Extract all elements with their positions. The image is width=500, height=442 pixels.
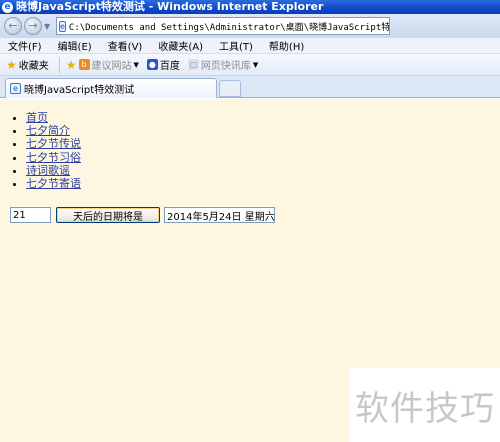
nav-link-messages[interactable]: 七夕节寄语 [26, 177, 81, 190]
address-input[interactable]: e C:\Documents and Settings\Administrato… [56, 17, 390, 35]
list-item: 首页 [26, 111, 81, 124]
nav-link-intro[interactable]: 七夕简介 [26, 124, 70, 137]
suggested-sites-icon: b [78, 59, 90, 70]
forward-icon[interactable]: → [24, 17, 42, 35]
menu-edit[interactable]: 编辑(E) [58, 38, 92, 53]
divider [58, 56, 60, 73]
calculate-date-button[interactable]: 天后的日期将是 [56, 207, 160, 223]
page-icon: e [10, 83, 21, 94]
baidu-label: 百度 [159, 61, 180, 72]
add-favorite-icon[interactable]: ★ [66, 58, 77, 72]
page-icon: e [59, 20, 66, 32]
tab-label: 晓博JavaScript特效测试 [24, 85, 135, 96]
address-row: ← → ▼ e C:\Documents and Settings\Admini… [0, 14, 500, 38]
internet-explorer-icon: e [2, 1, 13, 13]
list-item: 七夕简介 [26, 124, 81, 137]
list-item: 七夕节寄语 [26, 177, 81, 190]
history-dropdown-icon[interactable]: ▼ [44, 22, 52, 31]
list-item: 诗词歌谣 [26, 164, 81, 177]
favorites-button[interactable]: ★ 收藏夹 [6, 57, 49, 73]
result-field[interactable] [164, 207, 275, 223]
days-input[interactable] [10, 207, 51, 223]
list-item: 七夕节传说 [26, 137, 81, 150]
address-url: C:\Documents and Settings\Administrator\… [68, 22, 390, 33]
web-slice-icon: ▢ [187, 59, 199, 70]
menu-tools[interactable]: 工具(T) [219, 38, 253, 53]
menu-favorites[interactable]: 收藏夹(A) [158, 38, 203, 53]
baidu-link[interactable]: ● 百度 [146, 57, 180, 72]
window-title-bar: e 晓博JavaScript特效测试 - Windows Internet Ex… [0, 0, 500, 14]
nav-link-poems[interactable]: 诗词歌谣 [26, 164, 70, 177]
nav-link-home[interactable]: 首页 [26, 111, 48, 124]
window-title: 晓博JavaScript特效测试 - Windows Internet Expl… [16, 0, 324, 13]
chevron-down-icon: ▼ [252, 60, 259, 69]
new-tab-button[interactable] [219, 80, 241, 97]
chevron-down-icon: ▼ [133, 60, 139, 69]
tab-bar: e 晓博JavaScript特效测试 [0, 76, 500, 98]
menu-help[interactable]: 帮助(H) [269, 38, 304, 53]
star-icon: ★ [6, 57, 17, 72]
tab-current[interactable]: e 晓博JavaScript特效测试 [5, 78, 217, 98]
back-icon[interactable]: ← [4, 17, 22, 35]
date-calc-form: 天后的日期将是 [10, 207, 275, 223]
favorites-bar: ★ 收藏夹 ★ b 建议网站 ▼ ● 百度 ▢ 网页快讯库 ▼ [0, 54, 500, 76]
menu-view[interactable]: 查看(V) [108, 38, 143, 53]
web-slice-gallery-button[interactable]: ▢ 网页快讯库 ▼ [187, 57, 259, 72]
web-slice-label: 网页快讯库 [200, 61, 251, 72]
suggested-sites-label: 建议网站 [91, 61, 132, 72]
watermark: 软件技巧 [350, 368, 500, 442]
menu-bar: 文件(F) 编辑(E) 查看(V) 收藏夹(A) 工具(T) 帮助(H) [0, 38, 500, 54]
nav-link-legend[interactable]: 七夕节传说 [26, 137, 81, 150]
suggested-sites-button[interactable]: b 建议网站 ▼ [78, 57, 139, 72]
nav-list: 首页 七夕简介 七夕节传说 七夕节习俗 诗词歌谣 七夕节寄语 [26, 111, 81, 190]
favorites-label: 收藏夹 [18, 61, 49, 72]
menu-file[interactable]: 文件(F) [8, 38, 42, 53]
nav-link-customs[interactable]: 七夕节习俗 [26, 151, 81, 164]
list-item: 七夕节习俗 [26, 151, 81, 164]
baidu-icon: ● [146, 59, 158, 70]
